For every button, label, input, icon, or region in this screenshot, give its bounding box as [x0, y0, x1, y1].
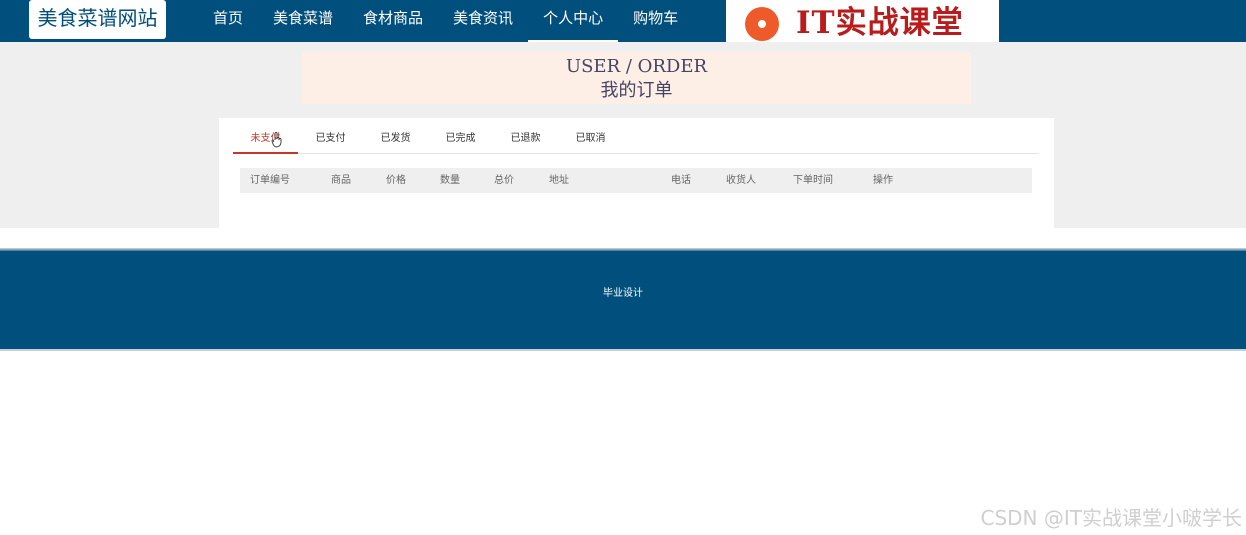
watermark: CSDN @IT实战课堂小啵学长 — [980, 506, 1243, 530]
brand-banner: IT实战课堂 — [726, 0, 999, 47]
nav-cart[interactable]: 购物车 — [618, 0, 693, 42]
col-actions: 操作 — [873, 175, 893, 186]
order-table-header: 订单编号 商品 价格 数量 总价 地址 电话 收货人 下单时间 操作 — [240, 168, 1032, 193]
main-nav: 首页 美食菜谱 食材商品 美食资讯 个人中心 购物车 — [198, 0, 693, 42]
tab-paid[interactable]: 已支付 — [298, 126, 363, 154]
tab-shipped[interactable]: 已发货 — [363, 126, 428, 154]
top-navbar: 美食菜谱网站 首页 美食菜谱 食材商品 美食资讯 个人中心 购物车 IT实战课堂 — [0, 0, 1246, 47]
page-title-cn: 我的订单 — [600, 80, 673, 101]
col-price: 价格 — [386, 175, 406, 186]
nav-ingredients[interactable]: 食材商品 — [348, 0, 438, 42]
footer-text: 毕业设计 — [603, 288, 643, 299]
tab-cancelled[interactable]: 已取消 — [558, 126, 623, 154]
hand-cursor-icon — [271, 132, 282, 148]
tab-refunded[interactable]: 已退款 — [493, 126, 558, 154]
col-order-id: 订单编号 — [250, 175, 290, 186]
col-order-time: 下单时间 — [793, 175, 833, 186]
tab-completed[interactable]: 已完成 — [428, 126, 493, 154]
brand-text: IT实战课堂 — [796, 5, 964, 41]
col-product: 商品 — [331, 175, 351, 186]
col-total: 总价 — [494, 175, 514, 186]
footer: 毕业设计 — [0, 251, 1246, 349]
nav-personal-center[interactable]: 个人中心 — [528, 0, 619, 42]
order-panel: 未支付 已支付 已发货 已完成 已退款 已取消 订单编号 商品 价格 数量 总价… — [219, 118, 1054, 228]
chrome-logo-icon — [745, 7, 779, 41]
order-status-tabs: 未支付 已支付 已发货 已完成 已退款 已取消 — [233, 126, 1039, 154]
nav-home[interactable]: 首页 — [198, 0, 258, 42]
col-quantity: 数量 — [440, 175, 460, 186]
col-address: 地址 — [549, 175, 569, 186]
page-title-box: USER / ORDER 我的订单 — [302, 52, 971, 104]
col-receiver: 收货人 — [726, 175, 756, 186]
page-title-en: USER / ORDER — [565, 56, 708, 77]
nav-recipes[interactable]: 美食菜谱 — [258, 0, 348, 42]
tab-unpaid[interactable]: 未支付 — [233, 126, 298, 154]
nav-news[interactable]: 美食资讯 — [438, 0, 528, 42]
col-phone: 电话 — [671, 175, 691, 186]
footer-bottom-border — [0, 349, 1246, 351]
site-logo[interactable]: 美食菜谱网站 — [29, 0, 166, 39]
